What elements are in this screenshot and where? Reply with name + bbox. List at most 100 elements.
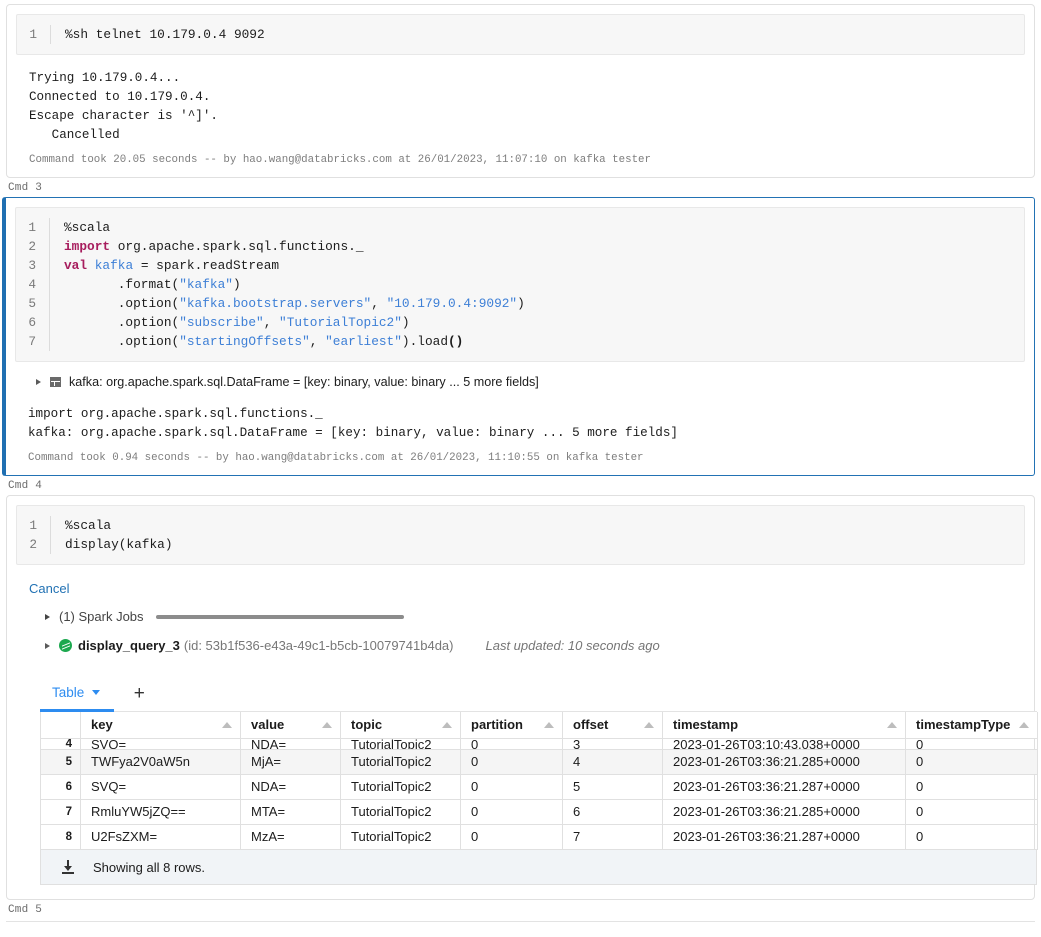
command-meta-shell: Command took 20.05 seconds -- by hao.wan…: [29, 154, 652, 166]
stream-query-row[interactable]: display_query_3 (id: 53b1f536-e43a-49c1-…: [7, 624, 1034, 653]
cmd-label-3: Cmd 3: [8, 182, 43, 194]
result-table-widget: Table + key value topic partition offset…: [40, 676, 1038, 885]
table-header-key[interactable]: key: [80, 712, 241, 739]
code-token: "earliest": [325, 334, 402, 349]
notebook-cell-scala-read[interactable]: 1 %scala 2 import org.apache.spark.sql.f…: [2, 197, 1035, 476]
table-header-timestamptype[interactable]: timestampType: [905, 712, 1038, 739]
code-text: import org.apache.spark.sql.functions._: [50, 237, 364, 256]
table-cell-timestamptype: 0: [905, 738, 1038, 750]
code-token: .option(: [64, 296, 180, 311]
result-tabs: Table +: [40, 676, 1037, 712]
command-meta-scala: Command took 0.94 seconds -- by hao.wang…: [28, 452, 644, 464]
table-cell-partition: 0: [460, 749, 563, 775]
notebook-cell-shell[interactable]: 1 %sh telnet 10.179.0.4 9092 Trying 10.1…: [6, 4, 1035, 178]
code-token: .option(: [64, 334, 180, 349]
scala-output: import org.apache.spark.sql.functions._ …: [28, 407, 678, 440]
table-row[interactable]: 5 TWFya2V0aW5n MjA= TutorialTopic2 0 4 2…: [40, 749, 1038, 775]
code-token: val: [64, 258, 88, 273]
chevron-right-icon: [45, 642, 50, 649]
code-text: %sh telnet 10.179.0.4 9092: [65, 27, 265, 42]
tab-table[interactable]: Table: [40, 676, 115, 712]
sort-asc-icon[interactable]: [1019, 722, 1029, 728]
table-cell-timestamp: 2023-01-26T03:10:43.038+0000: [662, 738, 906, 750]
table-cell-topic: TutorialTopic2: [340, 824, 461, 850]
table-cell-offset: 5: [562, 774, 663, 800]
cancel-link[interactable]: Cancel: [7, 565, 1034, 596]
table-row[interactable]: 7 RmluYW5jZQ== MTA= TutorialTopic2 0 6 2…: [40, 799, 1038, 825]
code-line: 4 .format("kafka"): [16, 275, 1024, 294]
code-text: %scala: [65, 518, 112, 533]
table-header-value[interactable]: value: [240, 712, 341, 739]
sort-asc-icon[interactable]: [322, 722, 332, 728]
table-header-timestamp[interactable]: timestamp: [662, 712, 906, 739]
table-grid-icon: [50, 377, 61, 387]
table-cell-timestamptype: 0: [905, 799, 1038, 825]
code-line: 2 import org.apache.spark.sql.functions.…: [16, 237, 1024, 256]
notebook-cell-display[interactable]: 1 %scala 2 display(kafka) Cancel (1) Spa…: [6, 495, 1038, 900]
table-cell-topic: TutorialTopic2: [340, 738, 461, 750]
shell-output: Trying 10.179.0.4... Connected to 10.179…: [29, 71, 218, 142]
table-cell-key: U2FsZXM=: [80, 824, 241, 850]
table-cell-key: SVQ=: [80, 738, 241, 750]
table-cell-partition: 0: [460, 799, 563, 825]
row-count-label: Showing all 8 rows.: [93, 859, 205, 875]
table-cell-timestamp: 2023-01-26T03:36:21.285+0000: [662, 749, 906, 775]
code-editor-scala-read[interactable]: 1 %scala 2 import org.apache.spark.sql.f…: [15, 207, 1025, 362]
table-cell-timestamptype: 0: [905, 749, 1038, 775]
sort-asc-icon[interactable]: [644, 722, 654, 728]
sort-asc-icon[interactable]: [544, 722, 554, 728]
table-header-row: key value topic partition offset timesta…: [40, 712, 1038, 739]
code-line: 3 val kafka = spark.readStream: [16, 256, 1024, 275]
code-editor-display[interactable]: 1 %scala 2 display(kafka): [16, 505, 1025, 565]
table-cell-partition: 0: [460, 824, 563, 850]
code-token: "kafka": [179, 277, 233, 292]
table-cell-partition: 0: [460, 738, 563, 750]
table-header-label: value: [251, 717, 285, 732]
download-icon[interactable]: [61, 860, 75, 874]
result-table: key value topic partition offset timesta…: [40, 712, 1038, 850]
table-cell-offset: 3: [562, 738, 663, 750]
table-rownum: 7: [40, 799, 81, 825]
sort-asc-icon[interactable]: [222, 722, 232, 728]
table-rownum: 6: [40, 774, 81, 800]
table-cell-timestamp: 2023-01-26T03:36:21.287+0000: [662, 774, 906, 800]
spark-jobs-progress-bar: [155, 614, 404, 619]
code-editor-shell[interactable]: 1 %sh telnet 10.179.0.4 9092: [16, 14, 1025, 55]
line-number: 1: [17, 25, 51, 44]
code-text: display(kafka): [65, 537, 173, 552]
spark-jobs-toggle[interactable]: (1) Spark Jobs: [7, 596, 1034, 624]
code-token: %scala: [64, 220, 111, 235]
chevron-down-icon[interactable]: [92, 690, 101, 695]
table-header-topic[interactable]: topic: [340, 712, 461, 739]
table-header-rownum: [40, 712, 81, 739]
code-text: .option("subscribe", "TutorialTopic2"): [50, 313, 410, 332]
table-header-offset[interactable]: offset: [562, 712, 663, 739]
table-cell-offset: 4: [562, 749, 663, 775]
table-header-label: partition: [471, 717, 523, 732]
code-line: 6 .option("subscribe", "TutorialTopic2"): [16, 313, 1024, 332]
dataframe-summary-toggle[interactable]: kafka: org.apache.spark.sql.DataFrame = …: [6, 362, 1034, 391]
table-row[interactable]: 4 SVQ= NDA= TutorialTopic2 0 3 2023-01-2…: [40, 738, 1038, 750]
code-token: ): [517, 296, 525, 311]
code-text: %scala: [50, 218, 110, 237]
code-text: .option("kafka.bootstrap.servers", "10.1…: [50, 294, 525, 313]
table-cell-topic: TutorialTopic2: [340, 749, 461, 775]
code-token: ,: [309, 334, 326, 349]
code-token: = spark.readStream: [133, 258, 280, 273]
sort-asc-icon[interactable]: [442, 722, 452, 728]
table-row[interactable]: 6 SVQ= NDA= TutorialTopic2 0 5 2023-01-2…: [40, 774, 1038, 800]
code-token: "TutorialTopic2": [279, 315, 402, 330]
code-token: import: [64, 239, 111, 254]
table-row[interactable]: 8 U2FsZXM= MzA= TutorialTopic2 0 7 2023-…: [40, 824, 1038, 850]
add-visualization-button[interactable]: +: [126, 684, 152, 703]
table-cell-value: MTA=: [240, 799, 341, 825]
sort-asc-icon[interactable]: [887, 722, 897, 728]
table-header-label: key: [91, 717, 113, 732]
code-token: "10.179.0.4:9092": [386, 296, 518, 311]
table-header-partition[interactable]: partition: [460, 712, 563, 739]
code-token: kafka: [94, 258, 134, 273]
code-token: "subscribe": [179, 315, 264, 330]
code-text: .format("kafka"): [50, 275, 241, 294]
table-cell-offset: 6: [562, 799, 663, 825]
line-number: 5: [16, 294, 50, 313]
